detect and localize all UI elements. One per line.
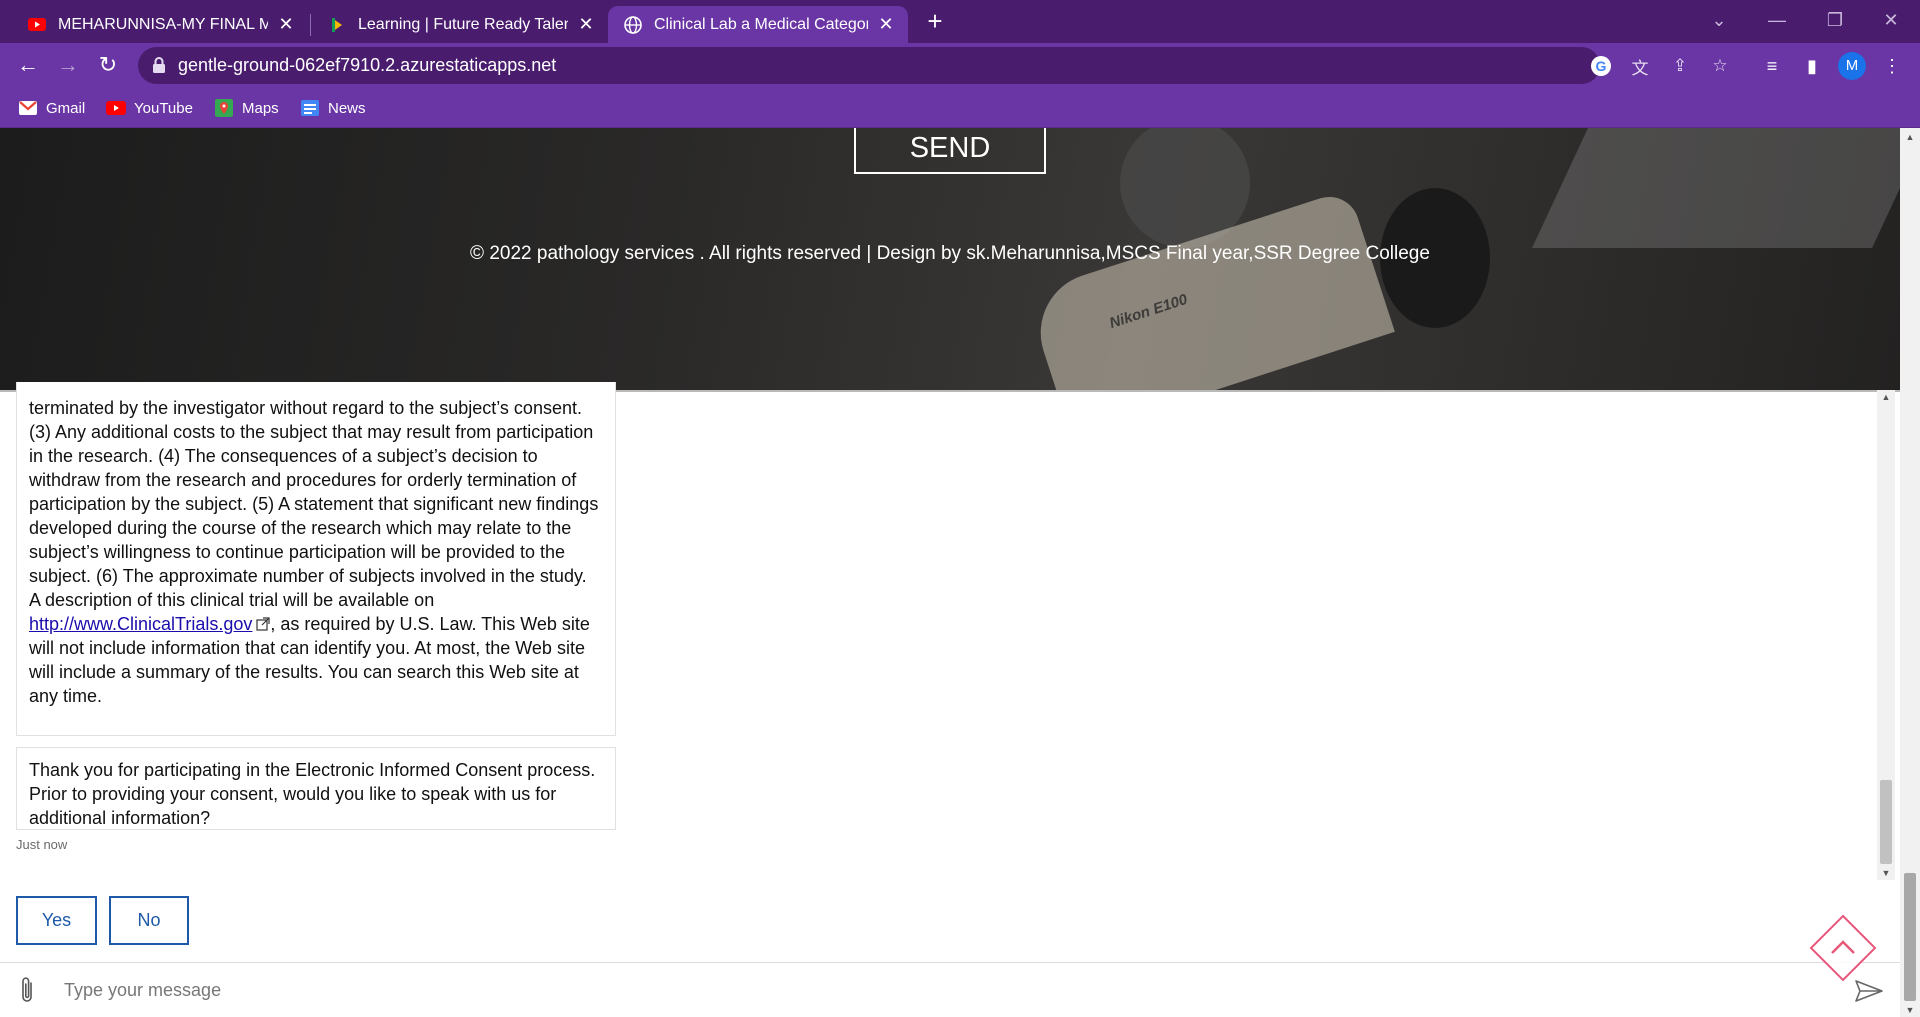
share-icon[interactable]: ⇪	[1669, 55, 1691, 77]
gmail-icon	[18, 100, 38, 116]
bookmark-youtube[interactable]: YouTube	[106, 96, 193, 120]
tab-strip: MEHARUNNISA-MY FINAL MS CS ✕ Learning | …	[0, 0, 1920, 43]
restore-icon[interactable]: ❐	[1806, 0, 1864, 40]
translate-icon[interactable]: 文	[1629, 55, 1651, 78]
yes-button[interactable]: Yes	[16, 896, 97, 945]
bookmark-label: News	[328, 99, 366, 117]
page-viewport: Nikon E100 SEND © 2022 pathology service…	[0, 128, 1900, 1017]
tab-separator	[310, 14, 311, 36]
back-to-top-button[interactable]	[1808, 913, 1878, 983]
address-bar[interactable]: gentle-ground-062ef7910.2.azurestaticapp…	[138, 47, 1728, 84]
message-text: terminated by the investigator without r…	[29, 398, 599, 586]
scroll-down-icon[interactable]: ▼	[1877, 868, 1895, 878]
tab-learning[interactable]: Learning | Future Ready Talent ✕	[312, 6, 608, 43]
browser-toolbar: ← → ↻ gentle-ground-062ef7910.2.azuresta…	[0, 43, 1920, 88]
learning-icon	[328, 16, 346, 34]
bookmarks-bar: Gmail YouTube Maps News	[0, 88, 1920, 128]
close-icon[interactable]: ✕	[876, 14, 896, 35]
youtube-icon	[106, 100, 126, 116]
close-icon[interactable]: ✕	[276, 14, 296, 35]
bot-message: terminated by the investigator without r…	[16, 382, 616, 736]
hero-footer-section: Nikon E100 SEND © 2022 pathology service…	[0, 128, 1900, 390]
back-icon[interactable]: ←	[12, 49, 44, 81]
url-text: gentle-ground-062ef7910.2.azurestaticapp…	[178, 55, 557, 75]
scroll-up-icon[interactable]: ▲	[1877, 392, 1895, 402]
bookmark-label: Maps	[242, 99, 279, 117]
bookmark-label: YouTube	[134, 99, 193, 117]
bookmark-maps[interactable]: Maps	[214, 96, 279, 120]
external-link-icon	[256, 613, 271, 631]
bookmark-gmail[interactable]: Gmail	[18, 96, 85, 120]
message-input[interactable]	[64, 973, 1764, 1007]
clinicaltrials-link[interactable]: http://www.ClinicalTrials.gov	[29, 614, 252, 634]
send-button[interactable]: SEND	[854, 128, 1046, 174]
message-composer	[0, 962, 1900, 1017]
minimize-icon[interactable]: —	[1748, 0, 1806, 40]
no-button[interactable]: No	[109, 896, 189, 945]
message-text: A description of this clinical trial wil…	[29, 590, 435, 610]
lock-icon[interactable]	[152, 56, 166, 74]
chat-scrollbar[interactable]: ▲ ▼	[1877, 390, 1895, 880]
reload-icon[interactable]: ↻	[92, 49, 124, 81]
window-close-icon[interactable]: ✕	[1862, 0, 1920, 40]
profile-avatar[interactable]: M	[1838, 52, 1866, 80]
menu-icon[interactable]: ⋮	[1880, 54, 1904, 78]
tab-clinical-lab[interactable]: Clinical Lab a Medical Category F ✕	[608, 6, 908, 43]
scrollbar-thumb[interactable]	[1904, 873, 1916, 1001]
tab-title: Learning | Future Ready Talent	[358, 15, 568, 33]
scroll-up-icon[interactable]: ▲	[1900, 132, 1920, 142]
close-icon[interactable]: ✕	[576, 14, 596, 35]
tab-meharunnisa[interactable]: MEHARUNNISA-MY FINAL MS CS ✕	[12, 6, 308, 43]
paperclip-icon[interactable]	[16, 975, 38, 1005]
new-tab-button[interactable]: +	[920, 6, 950, 36]
media-controls-icon[interactable]: ≡	[1760, 54, 1784, 78]
tab-search-icon[interactable]: ⌄	[1690, 0, 1748, 40]
forward-icon[interactable]: →	[52, 49, 84, 81]
scroll-down-icon[interactable]: ▼	[1900, 1005, 1920, 1015]
bookmark-news[interactable]: News	[300, 96, 366, 120]
bookmark-label: Gmail	[46, 99, 86, 117]
globe-icon	[624, 15, 642, 34]
chat-panel: terminated by the investigator without r…	[0, 382, 1900, 1017]
tab-title: MEHARUNNISA-MY FINAL MS CS	[58, 15, 268, 33]
message-timestamp: Just now	[16, 837, 68, 852]
tab-title: Clinical Lab a Medical Category F	[654, 15, 868, 33]
background-decoration	[1532, 128, 1900, 248]
copyright-text: © 2022 pathology services . All rights r…	[470, 243, 1430, 264]
message-text: Thank you for participating in the Elect…	[29, 760, 596, 828]
google-icon[interactable]: G	[1590, 55, 1612, 77]
star-icon[interactable]: ☆	[1709, 55, 1731, 77]
svg-text:G: G	[1596, 58, 1607, 74]
maps-icon	[214, 99, 234, 117]
side-panel-icon[interactable]: ▮	[1800, 54, 1824, 78]
news-icon	[300, 100, 320, 116]
bot-message: Thank you for participating in the Elect…	[16, 747, 616, 830]
page-scrollbar[interactable]: ▲ ▼	[1900, 128, 1920, 1017]
youtube-icon	[28, 16, 46, 34]
scrollbar-thumb[interactable]	[1880, 780, 1892, 864]
